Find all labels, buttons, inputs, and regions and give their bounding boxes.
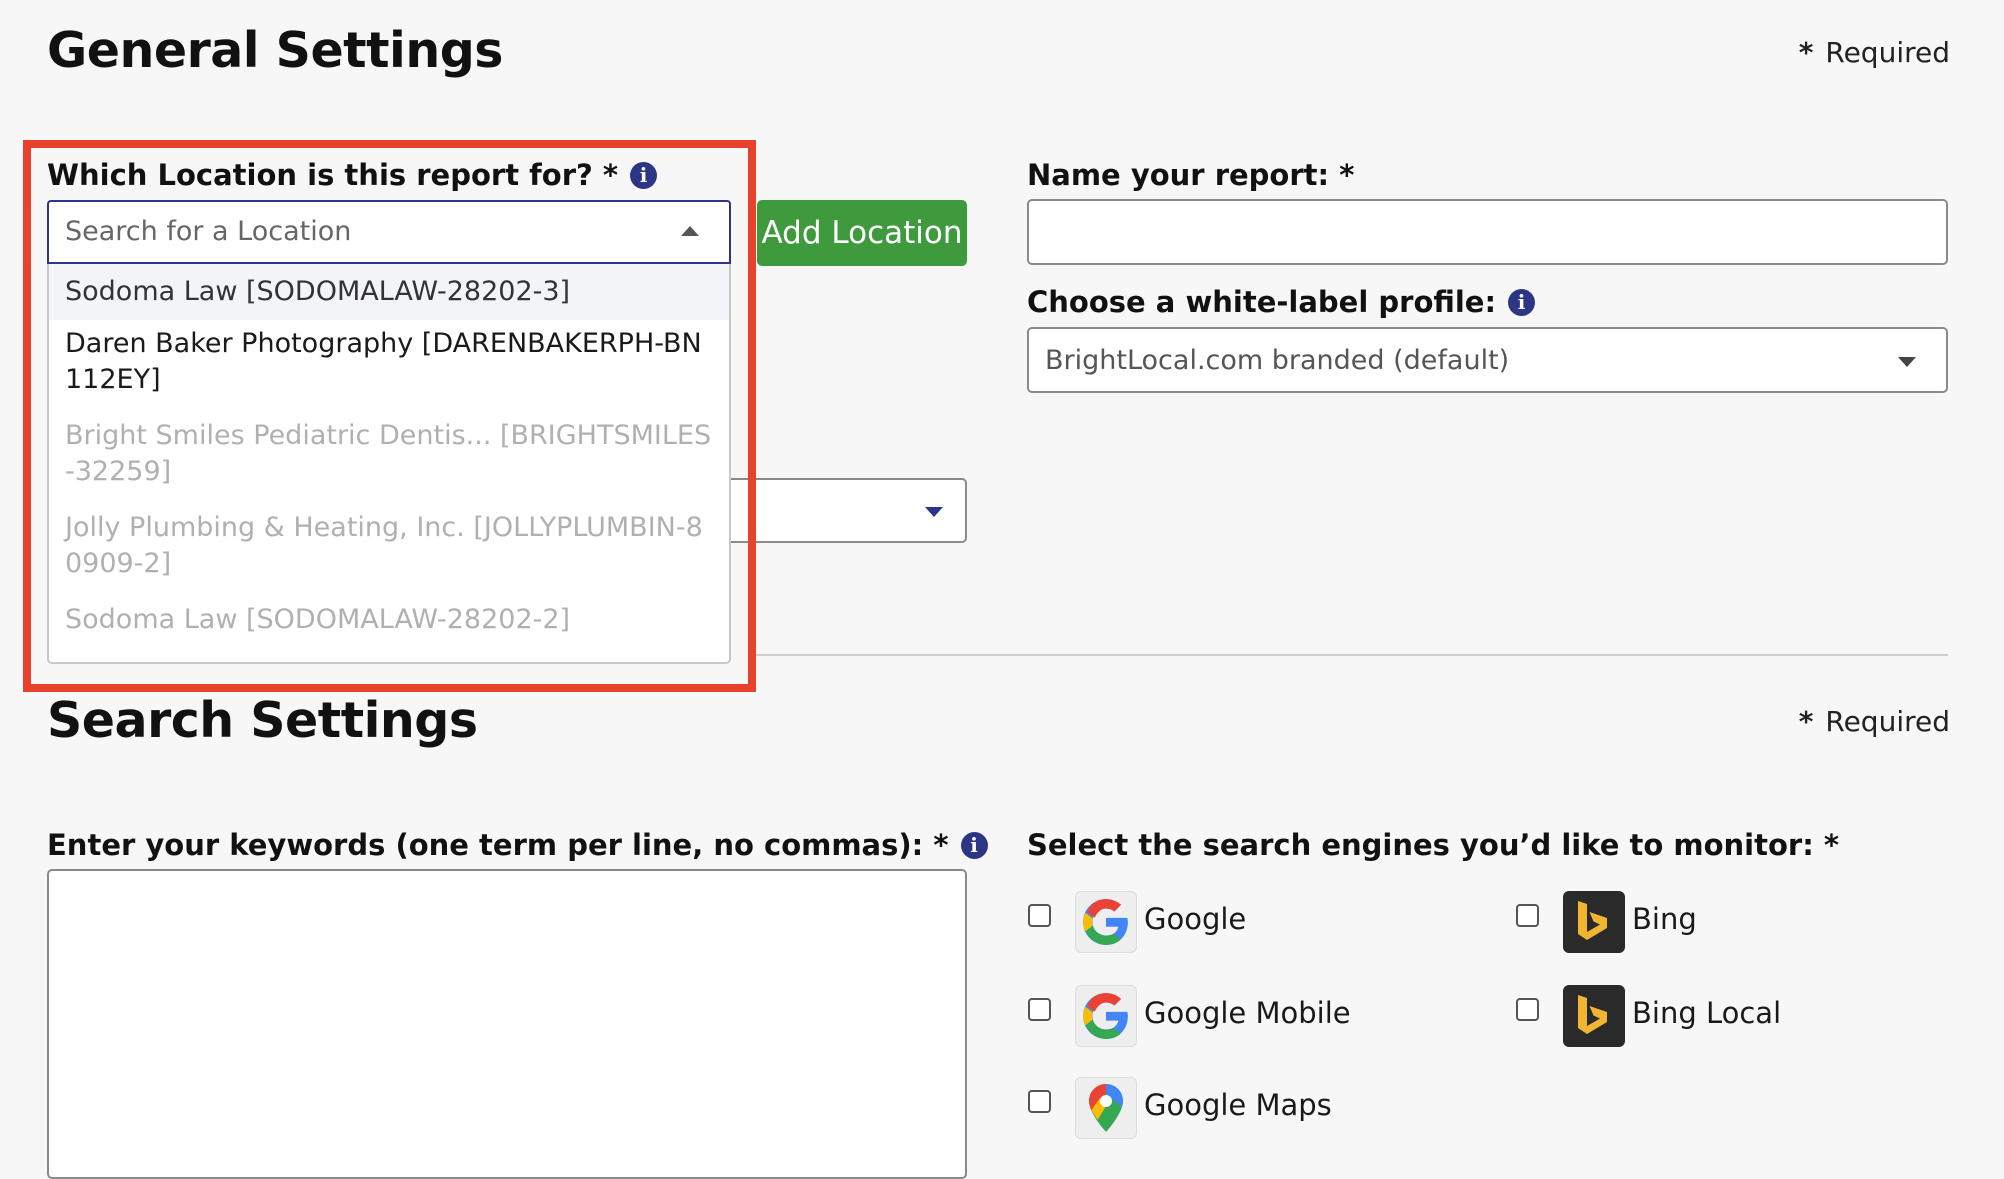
required-note: * Required: [1798, 36, 1950, 69]
section-divider: [756, 654, 1948, 656]
chevron-down-icon: [925, 507, 943, 517]
google-icon: [1075, 985, 1137, 1047]
bing-checkbox[interactable]: [1516, 904, 1539, 927]
google-checkbox[interactable]: [1028, 904, 1051, 927]
google-maps-label: Google Maps: [1144, 1088, 1332, 1122]
info-icon[interactable]: i: [1508, 289, 1536, 316]
search-settings-title: Search Settings: [47, 692, 478, 749]
chevron-down-icon: [1898, 357, 1916, 367]
white-label-selected-value: BrightLocal.com branded (default): [1045, 345, 1510, 376]
white-label-profile-label: Choose a white-label profile: i: [1027, 285, 1536, 319]
required-note: * Required: [1798, 705, 1950, 738]
info-icon[interactable]: i: [960, 832, 988, 859]
bing-local-label: Bing Local: [1632, 996, 1782, 1030]
google-maps-checkbox[interactable]: [1028, 1090, 1051, 1113]
report-name-input[interactable]: [1027, 199, 1948, 265]
search-engines-label: Select the search engines you’d like to …: [1027, 828, 1840, 862]
add-location-button[interactable]: Add Location: [757, 200, 967, 266]
google-mobile-label: Google Mobile: [1144, 996, 1351, 1030]
google-icon: [1075, 891, 1137, 953]
bing-icon: [1563, 985, 1625, 1047]
bing-icon: [1563, 891, 1625, 953]
google-maps-icon: [1075, 1077, 1137, 1139]
google-mobile-checkbox[interactable]: [1028, 998, 1051, 1021]
general-settings-title: General Settings: [47, 22, 503, 79]
bing-label: Bing: [1632, 902, 1697, 936]
report-name-label: Name your report: *: [1027, 158, 1355, 192]
keywords-textarea[interactable]: [47, 869, 967, 1179]
white-label-profile-select[interactable]: BrightLocal.com branded (default): [1027, 327, 1948, 393]
annotation-highlight-box: [23, 140, 756, 692]
keywords-label: Enter your keywords (one term per line, …: [47, 828, 988, 862]
google-label: Google: [1144, 902, 1247, 936]
bing-local-checkbox[interactable]: [1516, 998, 1539, 1021]
